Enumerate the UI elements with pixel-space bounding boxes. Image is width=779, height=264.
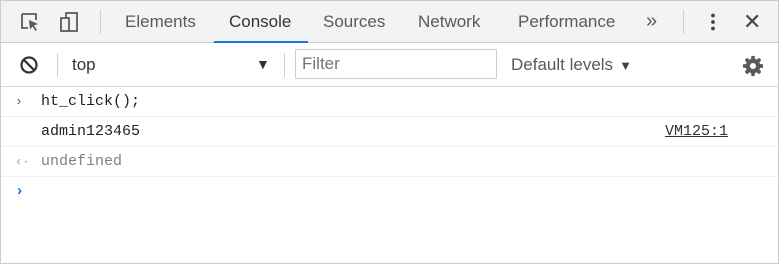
toolbar-divider [683, 10, 684, 34]
log-levels-caret: ▼ [619, 58, 632, 73]
log-output: admin123465 [41, 123, 141, 140]
console-messages: › ht_click(); admin123465 VM125:1 ‹· und… [1, 87, 778, 213]
tab-sources[interactable]: Sources [323, 1, 385, 43]
console-command: ht_click(); [41, 93, 141, 110]
console-prompt-line[interactable]: › [1, 177, 778, 213]
result-value: undefined [41, 153, 123, 170]
toolbar-divider [100, 10, 101, 34]
toolbar-divider [284, 53, 285, 77]
console-result-line: ‹· undefined [1, 147, 778, 177]
context-selector[interactable]: top [72, 43, 96, 87]
context-dropdown-caret[interactable]: ▼ [256, 43, 270, 87]
settings-gear-icon[interactable] [742, 55, 764, 77]
filter-input[interactable] [295, 49, 497, 79]
result-prompt-icon: ‹· [15, 155, 30, 169]
clear-console-icon[interactable] [19, 55, 39, 75]
tab-console[interactable]: Console [229, 1, 291, 43]
devtools-tabbar: Elements Console Sources Network Perform… [1, 1, 778, 43]
tab-network[interactable]: Network [418, 1, 480, 43]
toolbar-divider [57, 53, 58, 77]
device-toggle-icon[interactable] [58, 11, 80, 33]
kebab-menu-icon[interactable] [703, 12, 723, 32]
more-tabs-button[interactable]: » [646, 1, 657, 43]
tab-performance[interactable]: Performance [518, 1, 615, 43]
log-source-link[interactable]: VM125:1 [665, 117, 728, 147]
inspect-element-icon[interactable] [19, 11, 41, 33]
input-prompt-icon: › [15, 94, 23, 109]
close-devtools-button[interactable]: ✕ [743, 1, 761, 43]
log-levels-label: Default levels [511, 55, 614, 74]
console-toolbar: top ▼ Default levels ▼ [1, 43, 778, 87]
console-log-line: admin123465 VM125:1 [1, 117, 778, 147]
tab-elements[interactable]: Elements [125, 1, 196, 43]
active-prompt-icon: › [15, 183, 25, 200]
console-input-line: › ht_click(); [1, 87, 778, 117]
log-levels-dropdown[interactable]: Default levels ▼ [511, 43, 632, 87]
